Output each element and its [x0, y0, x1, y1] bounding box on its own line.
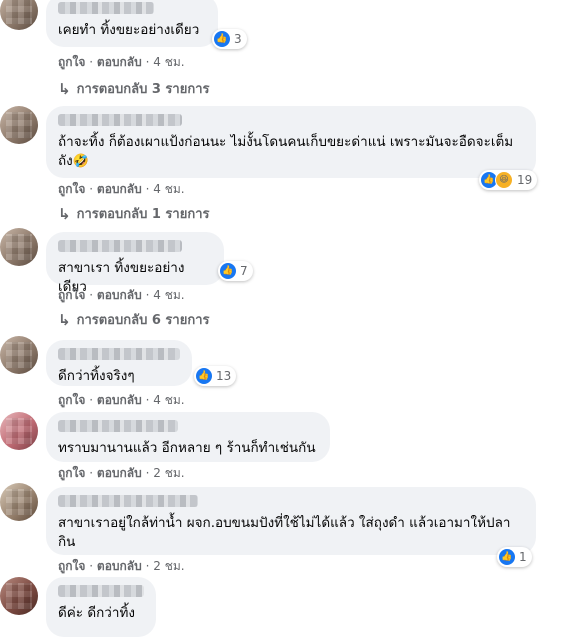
comment-text: ทราบมานานแล้ว อีกหลาย ๆ ร้านก็ทำเช่นกัน [58, 440, 316, 456]
reply-button[interactable]: ตอบกลับ [97, 55, 142, 69]
reply-button[interactable]: ตอบกลับ [97, 393, 142, 407]
avatar[interactable] [0, 106, 38, 144]
comment-bubble: ทราบมานานแล้ว อีกหลาย ๆ ร้านก็ทำเช่นกัน [46, 412, 330, 462]
timestamp[interactable]: 4 ชม. [153, 182, 184, 196]
avatar[interactable] [0, 336, 38, 374]
avatar[interactable] [0, 412, 38, 450]
comment-text: ดีค่ะ ดีกว่าทิ้ง [58, 605, 135, 621]
comment-bubble: ดีกว่าทิ้งจริงๆ [46, 340, 192, 386]
commenter-name[interactable] [58, 114, 182, 126]
avatar[interactable] [0, 577, 38, 615]
reaction-summary[interactable]: 👍 1 [497, 547, 532, 567]
commenter-name[interactable] [58, 585, 144, 597]
thumbs-up-icon: 👍 [196, 368, 212, 384]
timestamp[interactable]: 2 ชม. [153, 466, 184, 480]
comment-bubble: สาขาเรา ทิ้งขยะอย่างเดียว [46, 232, 224, 295]
reaction-count: 1 [519, 550, 527, 564]
comment-actions: ถูกใจ · ตอบกลับ · 2 ชม. [58, 466, 185, 480]
view-replies-link[interactable]: ↳ การตอบกลับ 1 รายการ [58, 203, 209, 224]
comment-actions: ถูกใจ · ตอบกลับ · 4 ชม. [58, 288, 185, 302]
like-button[interactable]: ถูกใจ [58, 466, 85, 480]
reaction-summary[interactable]: 👍 13 [194, 366, 237, 386]
commenter-name[interactable] [58, 420, 178, 432]
comment-bubble: ถ้าจะทิ้ง ก็ต้องเผาแป้งก่อนนะ ไม่งั้นโดน… [46, 106, 536, 178]
reaction-count: 19 [517, 173, 533, 187]
comment-text: สาขาเราอยู่ใกล้ท่าน้ำ ผจก.อบขนมปังที่ใช้… [58, 515, 511, 550]
comment-bubble: สาขาเราอยู่ใกล้ท่าน้ำ ผจก.อบขนมปังที่ใช้… [46, 487, 536, 555]
reply-button[interactable]: ตอบกลับ [97, 466, 142, 480]
commenter-name[interactable] [58, 240, 182, 252]
comment-actions: ถูกใจ · ตอบกลับ · 4 ชม. [58, 393, 185, 407]
comment-actions: ถูกใจ · ตอบกลับ · 2 ชม. [58, 559, 185, 573]
commenter-name[interactable] [58, 348, 180, 360]
like-button[interactable]: ถูกใจ [58, 288, 85, 302]
thumbs-up-icon: 👍 [214, 31, 230, 47]
reaction-count: 13 [216, 369, 232, 383]
commenter-name[interactable] [58, 495, 198, 507]
like-button[interactable]: ถูกใจ [58, 55, 85, 69]
reaction-summary[interactable]: 👍 7 [218, 261, 253, 281]
timestamp[interactable]: 4 ชม. [153, 393, 184, 407]
view-replies-link[interactable]: ↳ การตอบกลับ 6 รายการ [58, 309, 209, 330]
comment-actions: ถูกใจ · ตอบกลับ · 4 ชม. [58, 55, 185, 69]
timestamp[interactable]: 4 ชม. [153, 288, 184, 302]
reaction-count: 7 [240, 264, 248, 278]
comment-text: ถ้าจะทิ้ง ก็ต้องเผาแป้งก่อนนะ ไม่งั้นโดน… [58, 134, 514, 169]
comment-text: เคยทำ ทิ้งขยะอย่างเดียว [58, 22, 200, 38]
reaction-count: 3 [234, 32, 242, 46]
reply-button[interactable]: ตอบกลับ [97, 288, 142, 302]
like-button[interactable]: ถูกใจ [58, 559, 85, 573]
reply-arrow-icon: ↳ [58, 310, 71, 329]
comment-bubble: ดีค่ะ ดีกว่าทิ้ง [46, 577, 156, 637]
avatar[interactable] [0, 483, 38, 521]
reply-button[interactable]: ตอบกลับ [97, 182, 142, 196]
like-button[interactable]: ถูกใจ [58, 182, 85, 196]
comment-actions: ถูกใจ · ตอบกลับ · 4 ชม. [58, 182, 185, 196]
reaction-summary[interactable]: 👍 3 [212, 29, 247, 49]
thumbs-up-icon: 👍 [499, 549, 515, 565]
timestamp[interactable]: 2 ชม. [153, 559, 184, 573]
reaction-summary[interactable]: 👍 😆 19 [479, 170, 538, 190]
commenter-name[interactable] [58, 2, 154, 14]
reply-button[interactable]: ตอบกลับ [97, 559, 142, 573]
like-button[interactable]: ถูกใจ [58, 393, 85, 407]
timestamp[interactable]: 4 ชม. [153, 55, 184, 69]
comment-bubble: เคยทำ ทิ้งขยะอย่างเดียว [46, 0, 218, 47]
reply-arrow-icon: ↳ [58, 79, 71, 98]
avatar[interactable] [0, 228, 38, 266]
view-replies-link[interactable]: ↳ การตอบกลับ 3 รายการ [58, 78, 209, 99]
avatar[interactable] [0, 0, 38, 30]
reply-arrow-icon: ↳ [58, 204, 71, 223]
thumbs-up-icon: 👍 [220, 263, 236, 279]
rofl-emoji: 🤣 [72, 154, 89, 169]
comment-text: ดีกว่าทิ้งจริงๆ [58, 368, 135, 384]
haha-icon: 😆 [495, 171, 513, 189]
